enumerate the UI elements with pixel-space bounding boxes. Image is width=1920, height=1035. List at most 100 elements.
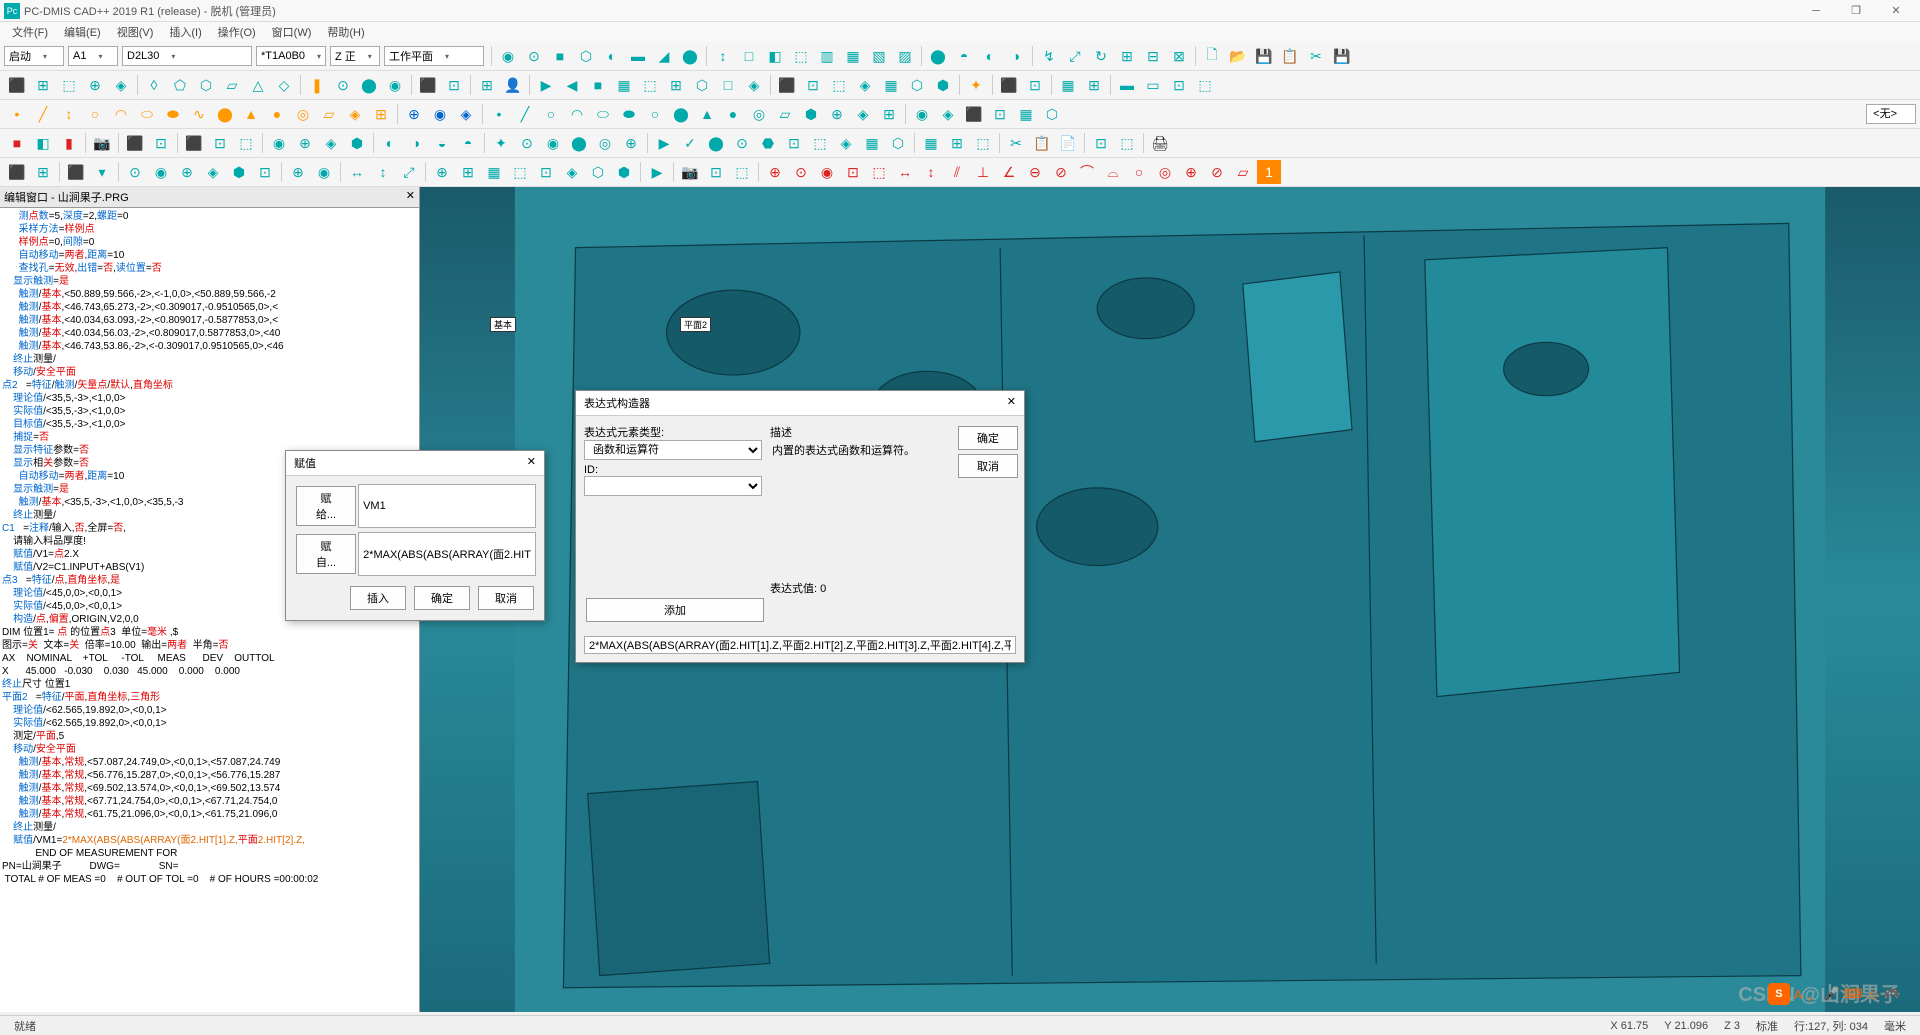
ime-mic-icon[interactable]: 🎤	[1824, 986, 1840, 1002]
ime-icon[interactable]: ，	[1807, 985, 1820, 1004]
tool-icon[interactable]: ▦	[1056, 73, 1080, 97]
tool-icon[interactable]: ⊞	[945, 131, 969, 155]
curve-icon[interactable]: ∿	[187, 102, 211, 126]
tool-icon[interactable]: ◉	[383, 73, 407, 97]
assign-from-button[interactable]: 赋自...	[296, 534, 356, 574]
tool-icon[interactable]: ⤢	[397, 160, 421, 184]
tool-icon[interactable]: ⊡	[1167, 73, 1191, 97]
alignment-dropdown[interactable]: A1	[68, 46, 118, 66]
tool-icon[interactable]: ✦	[964, 73, 988, 97]
tool-icon[interactable]: ▬	[626, 44, 650, 68]
tool-icon[interactable]: ◉	[541, 131, 565, 155]
tool-icon[interactable]: ◇	[272, 73, 296, 97]
cancel-button[interactable]: 取消	[958, 454, 1018, 478]
tool-icon[interactable]: ↔	[893, 160, 917, 184]
menu-help[interactable]: 帮助(H)	[319, 24, 372, 40]
tool-icon[interactable]: ✂	[1304, 44, 1328, 68]
tool-icon[interactable]: ■	[548, 44, 572, 68]
tool-icon[interactable]: ■	[5, 131, 29, 155]
tool-icon[interactable]: ◈	[936, 102, 960, 126]
sphere-icon[interactable]: ●	[265, 102, 289, 126]
tool-icon[interactable]: △	[246, 73, 270, 97]
tool-icon[interactable]: ⊡	[841, 160, 865, 184]
tool-icon[interactable]: ⬚	[508, 160, 532, 184]
ime-toolbar[interactable]: S A ， 🎤 ⌨ ☺ 🎮	[1768, 983, 1900, 1005]
tool-icon[interactable]: ⊡	[208, 131, 232, 155]
tool-icon[interactable]: ⊡	[442, 73, 466, 97]
feature-tag[interactable]: 基本	[490, 317, 516, 332]
tool-icon[interactable]: ⬤	[357, 73, 381, 97]
tool-icon[interactable]: ⊡	[801, 73, 825, 97]
tool-icon[interactable]: ◉	[496, 44, 520, 68]
tool-icon[interactable]: ⬡	[1040, 102, 1064, 126]
tool-icon[interactable]: ⊕	[402, 102, 426, 126]
tool-icon[interactable]: ◉	[267, 131, 291, 155]
tool-icon[interactable]: ⊕	[175, 160, 199, 184]
torus-icon[interactable]: ◎	[291, 102, 315, 126]
tool-icon[interactable]: ◉	[312, 160, 336, 184]
tool-icon[interactable]: □	[716, 73, 740, 97]
tool-icon[interactable]: ∠	[997, 160, 1021, 184]
tool-icon[interactable]: ⬛	[997, 73, 1021, 97]
editor-close[interactable]: ✕	[406, 189, 415, 205]
tool-icon[interactable]: ⬭	[591, 102, 615, 126]
ime-a[interactable]: A	[1794, 987, 1803, 1002]
tool-icon[interactable]: ⊞	[1082, 73, 1106, 97]
ime-emoji-icon[interactable]: ☺	[1867, 987, 1880, 1002]
tool-icon[interactable]: ◀	[560, 73, 584, 97]
tool-icon[interactable]: ▱	[1231, 160, 1255, 184]
tool-icon[interactable]: ⬡	[586, 160, 610, 184]
cube-icon[interactable]: ⬛	[5, 73, 29, 97]
tool-icon[interactable]: ◎	[1153, 160, 1177, 184]
tool-icon[interactable]: ◈	[454, 102, 478, 126]
tool-icon[interactable]: ⬚	[730, 160, 754, 184]
tool-icon[interactable]: ◐	[978, 44, 1002, 68]
tool-icon[interactable]: ▱	[220, 73, 244, 97]
tool-icon[interactable]: ⬛	[775, 73, 799, 97]
tool-icon[interactable]: ◎	[593, 131, 617, 155]
tool-icon[interactable]: 📋	[1278, 44, 1302, 68]
tool-icon[interactable]: ⊘	[1049, 160, 1073, 184]
slot-icon[interactable]: ⬬	[161, 102, 185, 126]
tool-icon[interactable]: •	[487, 102, 511, 126]
tool-icon[interactable]: ▲	[695, 102, 719, 126]
tool-icon[interactable]: ⊞	[1115, 44, 1139, 68]
tool-icon[interactable]: ◓	[456, 131, 480, 155]
tool-icon[interactable]: ⊘	[1205, 160, 1229, 184]
plane-icon[interactable]: ▱	[317, 102, 341, 126]
tool-icon[interactable]: ⬡	[194, 73, 218, 97]
tool-icon[interactable]: ⫽	[945, 160, 969, 184]
tool-icon[interactable]: ◎	[747, 102, 771, 126]
tool-icon[interactable]: ◑	[1004, 44, 1028, 68]
tool-icon[interactable]: 💾	[1252, 44, 1276, 68]
play-icon[interactable]: ▶	[652, 131, 676, 155]
tool-icon[interactable]: ⬤	[669, 102, 693, 126]
tool-icon[interactable]: ▦	[482, 160, 506, 184]
tool-icon[interactable]: ⬡	[690, 73, 714, 97]
tool-icon[interactable]: ○	[643, 102, 667, 126]
menu-insert[interactable]: 插入(I)	[161, 24, 209, 40]
tool-icon[interactable]: ⊡	[253, 160, 277, 184]
tool-icon[interactable]: ⬡	[905, 73, 929, 97]
cut-icon[interactable]: ✂	[1004, 131, 1028, 155]
tool-icon[interactable]: ⊕	[619, 131, 643, 155]
tool-icon[interactable]: ⬢	[931, 73, 955, 97]
tool-icon[interactable]: ⌒	[1075, 160, 1099, 184]
tool-icon[interactable]: □	[737, 44, 761, 68]
tool-icon[interactable]: ⌓	[1101, 160, 1125, 184]
tool-icon[interactable]: ↻	[1089, 44, 1113, 68]
tool-icon[interactable]: ▭	[1141, 73, 1165, 97]
tool-icon[interactable]: ❚	[305, 73, 329, 97]
tool-icon[interactable]: ⊡	[534, 160, 558, 184]
menu-edit[interactable]: 编辑(E)	[56, 24, 109, 40]
tool-icon[interactable]: ⊡	[1089, 131, 1113, 155]
tool-icon[interactable]: ▱	[773, 102, 797, 126]
expression-field[interactable]	[584, 636, 1016, 654]
tool-icon[interactable]: ⊙	[522, 44, 546, 68]
line-icon[interactable]: ╱	[31, 102, 55, 126]
tool-icon[interactable]: ⊞	[877, 102, 901, 126]
camera-icon[interactable]: 📷	[678, 160, 702, 184]
tool-icon[interactable]: ⬢	[799, 102, 823, 126]
axis-dropdown[interactable]: Z 正	[330, 46, 380, 66]
tool-icon[interactable]: ⤢	[1063, 44, 1087, 68]
